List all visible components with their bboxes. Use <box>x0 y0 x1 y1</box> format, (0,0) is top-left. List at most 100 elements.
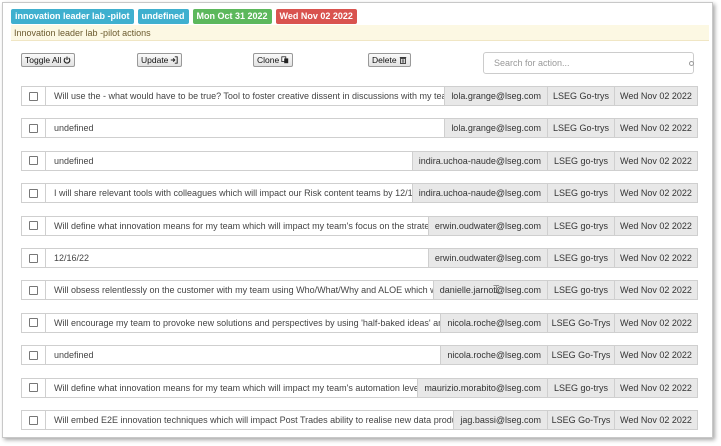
row-checkbox[interactable] <box>29 91 38 101</box>
action-text: I will share relevant tools with colleag… <box>54 188 413 199</box>
action-text-input[interactable]: Will obsess relentlessly on the customer… <box>45 280 434 301</box>
row-checkbox-cell[interactable] <box>21 183 46 204</box>
row-checkbox-cell[interactable] <box>21 86 46 106</box>
row-date: Wed Nov 02 2022 <box>614 150 698 171</box>
row-team: LSEG go-trys <box>547 183 615 204</box>
table-row: Will define what innovation means for my… <box>21 215 698 236</box>
table-row: Will obsess relentlessly on the customer… <box>21 280 698 301</box>
action-text: Will use the - what would have to be tru… <box>54 91 446 101</box>
row-date: Wed Nov 02 2022 <box>614 280 698 301</box>
row-checkbox[interactable] <box>29 188 38 198</box>
row-checkbox-cell[interactable] <box>21 410 46 430</box>
row-checkbox-cell[interactable] <box>21 118 46 139</box>
toggle-all-button[interactable]: Toggle All <box>21 53 76 67</box>
row-date: Wed Nov 02 2022 <box>614 86 698 106</box>
row-team: LSEG go-trys <box>547 150 615 171</box>
action-text-input[interactable]: undefined <box>45 150 413 171</box>
row-email: lola.grange@lseg.com <box>444 86 548 106</box>
action-text-input[interactable]: Will use the - what would have to be tru… <box>45 86 446 106</box>
row-checkbox[interactable] <box>29 350 38 360</box>
row-checkbox-cell[interactable] <box>21 377 46 398</box>
end-date-badge: Wed Nov 02 2022 <box>275 9 357 24</box>
row-checkbox[interactable] <box>29 383 38 393</box>
clone-label: Clone <box>257 55 280 65</box>
actions-window: innovation leader lab -pilot undefined M… <box>2 2 713 438</box>
table-row: Will define what innovation means for my… <box>21 377 698 398</box>
row-checkbox-cell[interactable] <box>21 345 46 366</box>
clone-button[interactable]: Clone <box>253 53 294 67</box>
trash-icon <box>399 57 406 64</box>
row-date: Wed Nov 02 2022 <box>614 312 698 333</box>
action-text-input[interactable]: I will share relevant tools with colleag… <box>45 183 413 204</box>
program-badge: innovation leader lab -pilot <box>11 9 134 24</box>
sign-in-icon <box>171 56 179 64</box>
row-email: maurizio.morabito@lseg.com <box>417 377 548 398</box>
search-icon <box>689 61 694 66</box>
search-input[interactable] <box>483 52 694 74</box>
text-cursor-icon: ⌶ <box>493 284 500 296</box>
delete-button[interactable]: Delete <box>368 53 411 67</box>
row-team: LSEG Go-Trys <box>547 345 615 366</box>
row-date: Wed Nov 02 2022 <box>614 183 698 204</box>
row-checkbox-cell[interactable] <box>21 312 46 333</box>
row-team: LSEG go-trys <box>547 377 615 398</box>
row-checkbox[interactable] <box>29 221 38 231</box>
row-email: erwin.oudwater@lseg.com <box>427 215 548 236</box>
table-row: undefined nicola.roche@lseg.com LSEG Go-… <box>21 345 698 366</box>
row-checkbox[interactable] <box>29 123 38 133</box>
row-team: LSEG go-trys <box>547 215 615 236</box>
action-text: Will obsess relentlessly on the customer… <box>54 285 434 296</box>
row-checkbox-cell[interactable] <box>21 215 46 236</box>
row-email: nicola.roche@lseg.com <box>440 345 548 366</box>
action-text-input[interactable]: Will define what innovation means for my… <box>45 377 419 398</box>
row-email: danielle.jarnot@lseg.com <box>432 280 548 301</box>
row-date: Wed Nov 02 2022 <box>614 377 698 398</box>
action-text-input[interactable]: Will embed E2E innovation techniques whi… <box>45 410 455 430</box>
table-row: undefined indira.uchoa-naude@lseg.com LS… <box>21 150 698 171</box>
table-row: Will embed E2E innovation techniques whi… <box>21 410 698 430</box>
action-text: Will encourage my team to provoke new so… <box>54 317 442 328</box>
update-button[interactable]: Update <box>137 53 183 67</box>
row-team: LSEG Go-trys <box>547 118 615 139</box>
row-checkbox[interactable] <box>29 318 38 328</box>
row-email: lola.grange@lseg.com <box>444 118 548 139</box>
action-text: 12/16/22 <box>54 253 90 263</box>
row-email: jag.bassi@lseg.com <box>453 410 548 430</box>
action-text: Will define what innovation means for my… <box>54 220 429 231</box>
row-checkbox[interactable] <box>29 253 38 263</box>
table-row: 12/16/22 erwin.oudwater@lseg.com LSEG go… <box>21 248 698 268</box>
row-checkbox[interactable] <box>29 415 38 425</box>
row-checkbox[interactable] <box>29 285 38 295</box>
row-team: LSEG Go-Trys <box>547 410 615 430</box>
row-checkbox-cell[interactable] <box>21 248 46 268</box>
action-text: undefined <box>54 155 94 166</box>
power-icon <box>64 56 71 64</box>
row-date: Wed Nov 02 2022 <box>614 248 698 268</box>
action-text-input[interactable]: undefined <box>45 118 446 139</box>
cohort-badge: undefined <box>137 9 189 24</box>
row-email: nicola.roche@lseg.com <box>440 312 548 333</box>
toggle-all-label: Toggle All <box>25 55 62 65</box>
row-checkbox[interactable] <box>29 156 38 166</box>
row-checkbox-cell[interactable] <box>21 280 46 301</box>
action-text: undefined <box>54 123 94 134</box>
row-team: LSEG go-trys <box>547 248 615 268</box>
page-subtitle: Innovation leader lab -pilot actions <box>11 25 709 41</box>
row-email: indira.uchoa-naude@lseg.com <box>411 150 548 171</box>
action-text-input[interactable]: undefined <box>45 345 442 366</box>
action-text: Will define what innovation means for my… <box>54 382 419 393</box>
action-text-input[interactable]: 12/16/22 <box>45 248 429 268</box>
action-text: Will embed E2E innovation techniques whi… <box>54 415 455 425</box>
row-date: Wed Nov 02 2022 <box>614 345 698 366</box>
row-email: erwin.oudwater@lseg.com <box>427 248 548 268</box>
start-date-badge: Mon Oct 31 2022 <box>192 9 272 24</box>
update-label: Update <box>141 55 169 65</box>
row-team: LSEG go-trys <box>547 280 615 301</box>
action-text-input[interactable]: Will encourage my team to provoke new so… <box>45 312 442 333</box>
action-text-input[interactable]: Will define what innovation means for my… <box>45 215 429 236</box>
row-date: Wed Nov 02 2022 <box>614 215 698 236</box>
row-date: Wed Nov 02 2022 <box>614 118 698 139</box>
delete-label: Delete <box>372 55 397 65</box>
row-checkbox-cell[interactable] <box>21 150 46 171</box>
table-row: Will use the - what would have to be tru… <box>21 86 698 106</box>
